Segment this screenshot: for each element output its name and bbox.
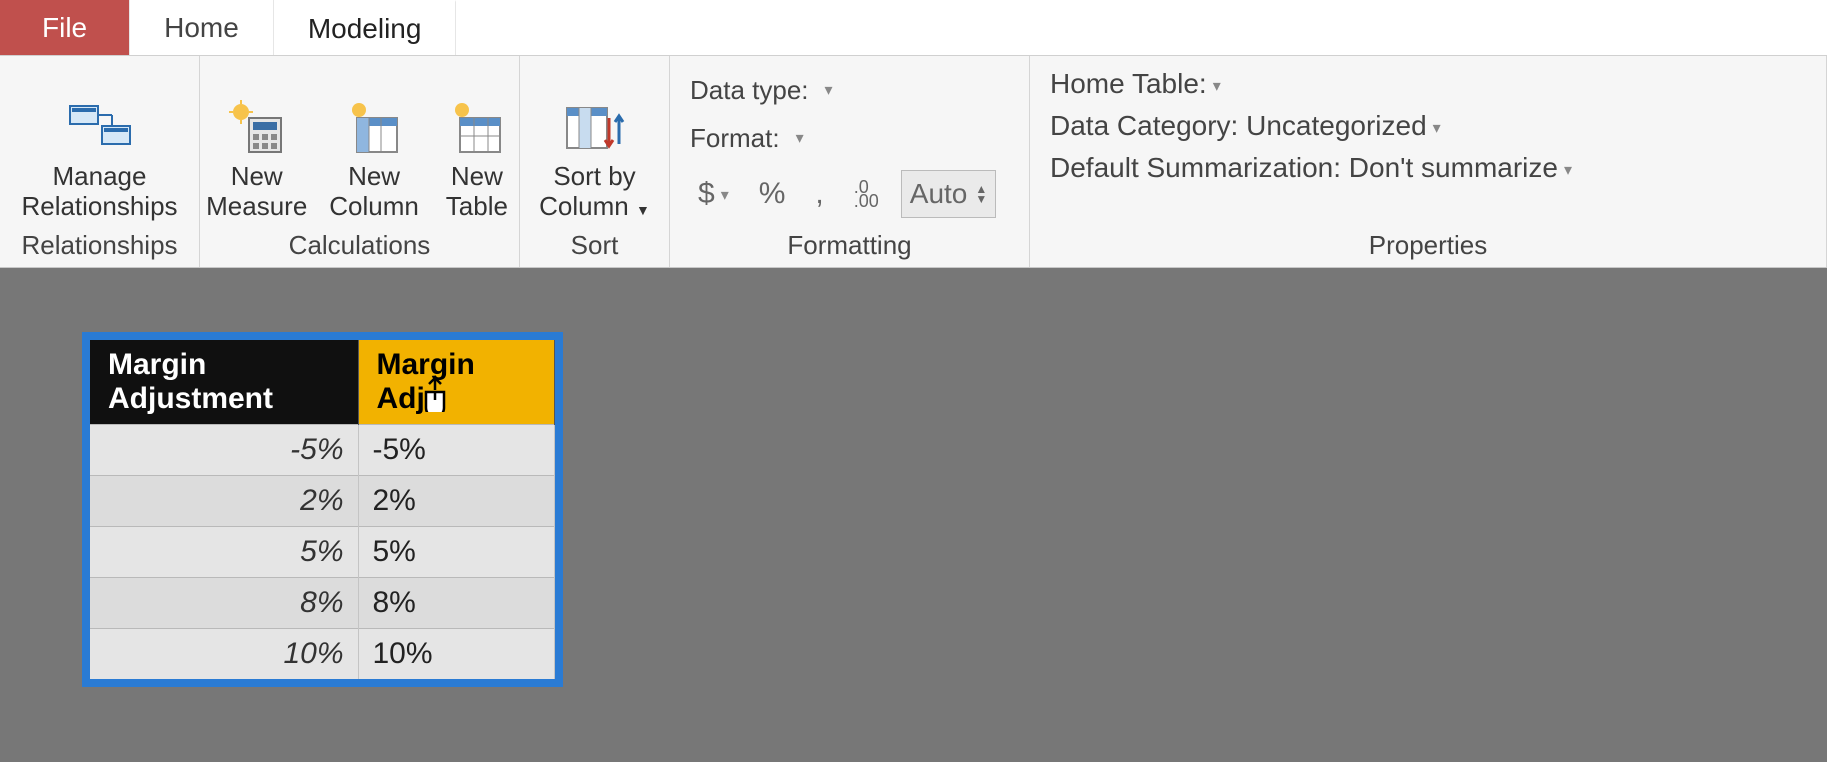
ribbon: Manage Relationships Relationships New M…	[0, 56, 1827, 268]
group-relationships-label: Relationships	[21, 226, 177, 263]
table-cell[interactable]: 10%	[358, 629, 554, 680]
decimal-auto-stepper[interactable]: Auto ▲▼	[901, 170, 997, 218]
group-calculations-label: Calculations	[289, 226, 431, 263]
new-table-label: New Table	[446, 162, 508, 222]
menu-modeling[interactable]: Modeling	[274, 0, 457, 55]
new-column-button[interactable]: New Column	[323, 94, 425, 226]
group-sort-label: Sort	[571, 226, 619, 263]
table-cell[interactable]: -5%	[90, 425, 358, 476]
manage-relationships-label: Manage Relationships	[21, 162, 177, 222]
table-cell[interactable]: 2%	[90, 476, 358, 527]
stepper-arrows-icon[interactable]: ▲▼	[975, 184, 987, 204]
new-measure-button[interactable]: New Measure	[200, 94, 313, 226]
menu-file[interactable]: File	[0, 0, 130, 55]
menu-home[interactable]: Home	[130, 0, 274, 55]
home-table-dropdown[interactable]: Home Table:	[1050, 68, 1221, 100]
new-measure-label: New Measure	[206, 162, 307, 222]
data-table-container: Margin Adjustment Margin Adj. -5%-5% 2%2…	[82, 332, 563, 687]
new-table-icon	[441, 98, 513, 158]
new-column-label: New Column	[329, 162, 419, 222]
sort-icon	[559, 98, 631, 158]
group-relationships: Manage Relationships Relationships	[0, 56, 200, 267]
group-properties-label: Properties	[1369, 226, 1488, 263]
sort-by-column-label: Sort by Column ▼	[539, 162, 650, 222]
relationships-icon	[64, 98, 136, 158]
group-formatting: Data type: Format: $ % , .0.00 Auto ▲▼ F…	[670, 56, 1030, 267]
table-cell[interactable]: 2%	[358, 476, 554, 527]
group-calculations: New Measure New Column	[200, 56, 520, 267]
currency-button[interactable]: $	[690, 177, 737, 211]
group-properties: Home Table: Data Category: Uncategorized…	[1030, 56, 1827, 267]
table-cell[interactable]: 8%	[358, 578, 554, 629]
percent-button[interactable]: %	[751, 177, 794, 211]
column-header-margin-adj[interactable]: Margin Adj.	[358, 340, 554, 425]
data-category-dropdown[interactable]: Data Category: Uncategorized	[1050, 110, 1441, 142]
group-sort: Sort by Column ▼ Sort	[520, 56, 670, 267]
column-header-margin-adjustment[interactable]: Margin Adjustment	[90, 340, 358, 425]
sort-by-column-button[interactable]: Sort by Column ▼	[533, 94, 656, 226]
table-cell[interactable]: -5%	[358, 425, 554, 476]
table-cell[interactable]: 10%	[90, 629, 358, 680]
format-dropdown[interactable]: Format:	[690, 116, 804, 160]
decimal-places-icon: .0.00	[846, 180, 887, 208]
new-column-icon	[338, 98, 410, 158]
manage-relationships-button[interactable]: Manage Relationships	[15, 94, 183, 226]
table-cell[interactable]: 5%	[358, 527, 554, 578]
default-summarization-dropdown[interactable]: Default Summarization: Don't summarize	[1050, 152, 1572, 184]
group-formatting-label: Formatting	[787, 226, 911, 263]
data-table[interactable]: Margin Adjustment Margin Adj. -5%-5% 2%2…	[90, 340, 555, 679]
table-cell[interactable]: 8%	[90, 578, 358, 629]
table-cell[interactable]: 5%	[90, 527, 358, 578]
menubar: File Home Modeling	[0, 0, 1827, 56]
new-table-button[interactable]: New Table	[435, 94, 519, 226]
data-type-dropdown[interactable]: Data type:	[690, 68, 833, 112]
new-measure-icon	[221, 98, 293, 158]
thousands-separator-button[interactable]: ,	[807, 177, 831, 211]
